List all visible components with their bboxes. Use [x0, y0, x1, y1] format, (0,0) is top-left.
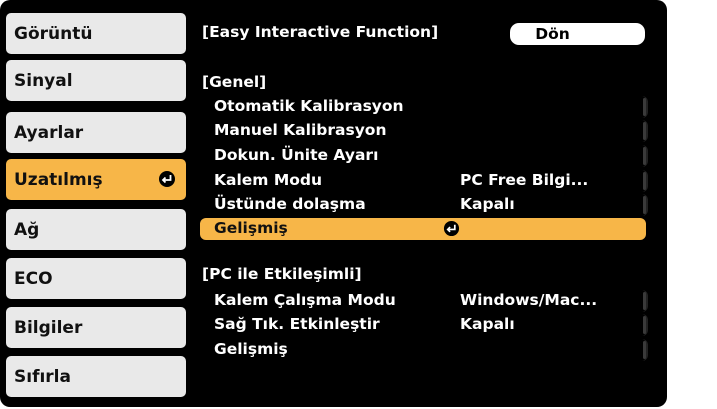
- row-label: Gelişmiş: [214, 340, 288, 358]
- back-button[interactable]: Dön: [510, 23, 645, 45]
- enter-arrow-icon: [158, 170, 176, 188]
- sidebar-item-goruntu[interactable]: Görüntü: [6, 13, 186, 54]
- menu-row-sag-tik-etkinlestir[interactable]: Sağ Tık. Etkinleştir Kapalı: [200, 314, 648, 336]
- row-label: Otomatik Kalibrasyon: [214, 97, 404, 115]
- sidebar-item-ayarlar[interactable]: Ayarlar: [6, 112, 186, 153]
- menu-row-kalem-calisma-modu[interactable]: Kalem Çalışma Modu Windows/Mac...: [200, 290, 648, 312]
- row-edge: [643, 98, 646, 116]
- sidebar-item-label: Sinyal: [14, 70, 73, 91]
- section-title-genel: [Genel]: [202, 73, 267, 91]
- enter-arrow-icon: [443, 220, 460, 237]
- menu-screen: Görüntü Sinyal Ayarlar Uzatılmış Ağ ECO …: [0, 0, 667, 407]
- menu-row-ustunde-dolasma[interactable]: Üstünde dolaşma Kapalı: [200, 194, 648, 216]
- section-title-pc-ile-etkilesimli: [PC ile Etkileşimli]: [202, 265, 362, 283]
- row-edge: [643, 147, 646, 165]
- menu-row-kalem-modu[interactable]: Kalem Modu PC Free Bilgi...: [200, 170, 648, 192]
- row-value: PC Free Bilgi...: [460, 171, 589, 189]
- row-edge: [643, 292, 646, 310]
- projector-menu-frame: Görüntü Sinyal Ayarlar Uzatılmış Ağ ECO …: [0, 0, 717, 409]
- row-label: Sağ Tık. Etkinleştir: [214, 315, 380, 333]
- sidebar-item-label: Ağ: [14, 219, 40, 240]
- row-label: Kalem Modu: [214, 171, 323, 189]
- sidebar-item-sinyal[interactable]: Sinyal: [6, 60, 186, 101]
- menu-row-gelismis-genel[interactable]: Gelişmiş: [200, 218, 646, 240]
- row-label: Gelişmiş: [214, 219, 288, 237]
- sidebar-item-label: Uzatılmış: [14, 169, 103, 190]
- row-value: Kapalı: [460, 315, 515, 333]
- sidebar-item-bilgiler[interactable]: Bilgiler: [6, 307, 186, 348]
- sidebar-item-ag[interactable]: Ağ: [6, 209, 186, 250]
- row-label: Manuel Kalibrasyon: [214, 121, 387, 139]
- row-edge: [643, 341, 646, 359]
- sidebar-item-sifirla[interactable]: Sıfırla: [6, 356, 186, 397]
- sidebar-item-label: Görüntü: [14, 23, 93, 44]
- row-edge: [643, 172, 646, 190]
- menu-row-manuel-kalibrasyon[interactable]: Manuel Kalibrasyon: [200, 120, 648, 142]
- row-label: Kalem Çalışma Modu: [214, 291, 396, 309]
- sidebar-item-eco[interactable]: ECO: [6, 258, 186, 299]
- menu-row-otomatik-kalibrasyon[interactable]: Otomatik Kalibrasyon: [200, 96, 648, 118]
- row-value: Windows/Mac...: [460, 291, 598, 309]
- sidebar-item-label: ECO: [14, 268, 53, 289]
- menu-row-gelismis-pc[interactable]: Gelişmiş: [200, 339, 648, 361]
- sidebar-item-label: Sıfırla: [14, 366, 71, 387]
- row-label: Üstünde dolaşma: [214, 195, 366, 213]
- sidebar-item-label: Ayarlar: [14, 122, 84, 143]
- row-edge: [643, 122, 646, 140]
- row-edge: [643, 196, 646, 214]
- row-value: Kapalı: [460, 195, 515, 213]
- back-button-label: Dön: [535, 25, 570, 43]
- sidebar-item-label: Bilgiler: [14, 317, 83, 338]
- row-edge: [643, 316, 646, 334]
- sidebar-item-uzatilmis[interactable]: Uzatılmış: [6, 159, 186, 200]
- row-label: Dokun. Ünite Ayarı: [214, 146, 379, 164]
- page-title: [Easy Interactive Function]: [202, 23, 439, 41]
- menu-row-dokun-unite-ayari[interactable]: Dokun. Ünite Ayarı: [200, 145, 648, 167]
